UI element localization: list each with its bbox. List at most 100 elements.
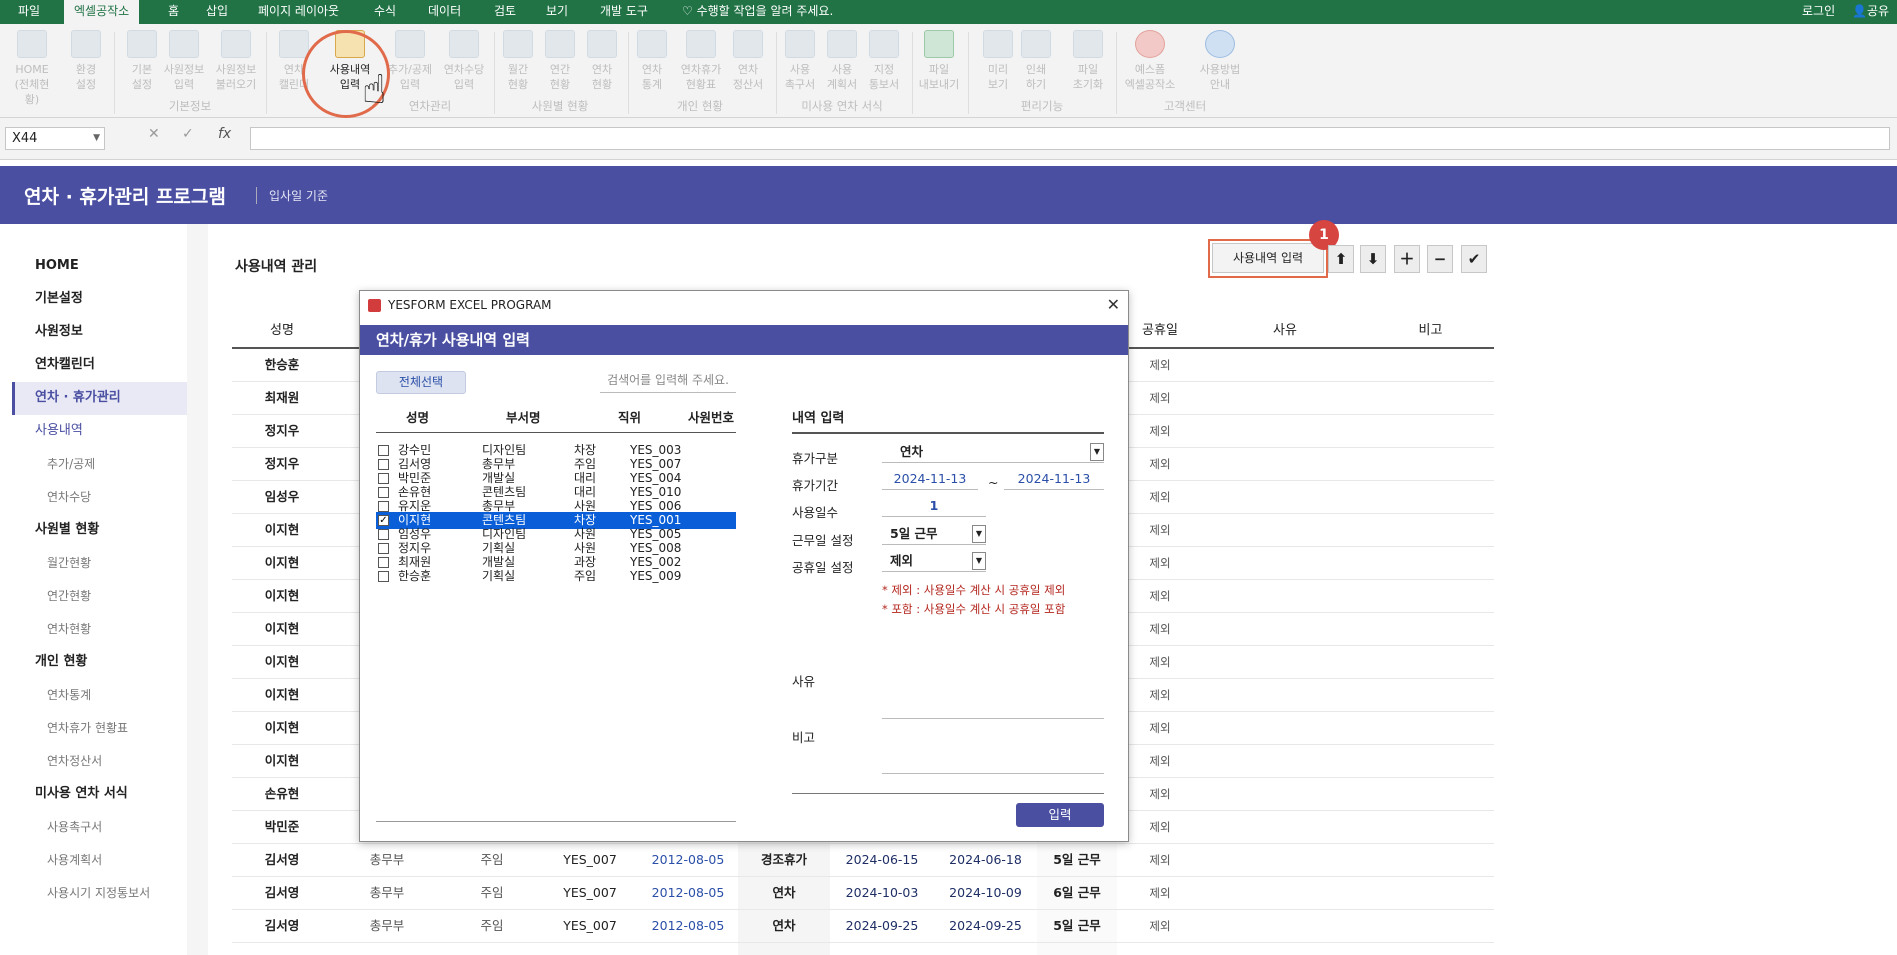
ribbon-yearly-button[interactable]: 연간 현황 [540, 30, 580, 106]
ribbon-print-button[interactable]: 인쇄 하기 [1012, 30, 1060, 106]
excel-menubar: 파일 엑셀공작소 홈 삽입 페이지 레이아웃 수식 데이터 검토 보기 개발 도… [0, 0, 1897, 24]
checkbox[interactable] [378, 543, 389, 554]
ribbon-leave-status-button[interactable]: 연차 현황 [582, 30, 622, 106]
tab-page-layout[interactable]: 페이지 레이아웃 [248, 0, 349, 24]
ribbon-settings-button[interactable]: 환경 설정 [62, 30, 110, 106]
employee-row[interactable]: 한승훈 기획실 주임 YES_009 [376, 568, 736, 585]
sidebar-item[interactable]: 연차휴가 현황표 [12, 712, 187, 745]
cancel-icon[interactable]: ✕ [148, 126, 160, 142]
sidebar-item[interactable]: HOME [12, 250, 187, 283]
ribbon-plan-button[interactable]: 사용 계획서 [822, 30, 862, 106]
people-icon [169, 30, 199, 58]
ribbon-notice-button[interactable]: 지정 통보서 [864, 30, 904, 106]
ribbon-export-button[interactable]: 파일 내보내기 [916, 30, 962, 106]
checkbox[interactable] [378, 571, 389, 582]
ribbon-allowance-button[interactable]: 연차수당 입력 [436, 30, 492, 106]
checkbox[interactable] [378, 473, 389, 484]
tab-home[interactable]: 홈 [158, 0, 189, 24]
sidebar-item[interactable]: 사원정보 [12, 316, 187, 349]
tab-formulas[interactable]: 수식 [364, 0, 406, 24]
close-icon[interactable]: ✕ [1107, 291, 1120, 319]
sidebar-item[interactable]: 사용계획서 [12, 844, 187, 877]
checkbox[interactable] [378, 487, 389, 498]
table-row[interactable]: 김서영 총무부 주임 YES_007 2012-08-05 연차 2024-10-03 202… [232, 877, 1494, 910]
ribbon-home-button[interactable]: HOME (전체현황) [8, 30, 56, 106]
tab-developer[interactable]: 개발 도구 [590, 0, 658, 24]
table-row[interactable]: 김서영 총무부 주임 YES_007 2012-08-05 경조휴가 2024-06-15 2… [232, 844, 1494, 877]
tab-data[interactable]: 데이터 [418, 0, 471, 24]
ribbon-monthly-button[interactable]: 월간 현황 [498, 30, 538, 106]
sidebar-item[interactable]: 연차수당 [12, 481, 187, 514]
tab-review[interactable]: 검토 [484, 0, 526, 24]
sidebar-item[interactable]: 미사용 연차 서식 [12, 778, 187, 811]
sidebar-item[interactable]: 기본설정 [12, 283, 187, 316]
checkbox-checked[interactable]: ✓ [378, 515, 389, 526]
sidebar-item[interactable]: 추가/공제 [12, 448, 187, 481]
chevron-down-icon: ▼ [93, 133, 100, 143]
checkbox[interactable] [378, 501, 389, 512]
sidebar-item[interactable]: 연차캘린더 [12, 349, 187, 382]
tell-me-search[interactable]: ♡ 수행할 작업을 알려 주세요. [672, 0, 843, 24]
ribbon-reset-button[interactable]: 파일 초기화 [1064, 30, 1112, 106]
sidebar-item[interactable]: 연차통계 [12, 679, 187, 712]
share-button[interactable]: 👤공유 [1842, 0, 1897, 24]
formula-input[interactable] [250, 127, 1890, 150]
name-box[interactable]: X44 ▼ [5, 127, 105, 150]
ribbon-employee-input-button[interactable]: 사원정보 입력 [160, 30, 208, 106]
sidebar-item[interactable]: 사용시기 지정통보서 [12, 877, 187, 910]
employee-search-input[interactable]: 검색어를 입력해 주세요. [600, 369, 736, 393]
arrow-up-icon[interactable]: ⬆ [1328, 245, 1354, 273]
sidebar-item[interactable]: 개인 현황 [12, 646, 187, 679]
ribbon-leave-table-button[interactable]: 연차휴가 현황표 [674, 30, 728, 106]
ribbon-employee-import-button[interactable]: 사원정보 불러오기 [212, 30, 260, 106]
ribbon-yesform-button[interactable]: 예스폼 엑셀공작소 [1120, 30, 1180, 106]
reason-input[interactable] [882, 718, 1104, 719]
cell-start: 2024-10-03 [845, 885, 919, 900]
sidebar-item[interactable]: 월간현황 [12, 547, 187, 580]
col-header-holiday: 공휴일 [1142, 323, 1178, 338]
sidebar-item[interactable]: 연간현황 [12, 580, 187, 613]
magnifier-icon [983, 30, 1013, 58]
sidebar-item[interactable]: 연차 · 휴가관리 [12, 382, 187, 415]
bar-chart-icon [637, 30, 667, 58]
holiday-label: 공휴일 설정 [792, 560, 854, 575]
check-icon[interactable]: ✔ [1461, 245, 1487, 273]
sidebar-item[interactable]: 사용촉구서 [12, 811, 187, 844]
sidebar-item[interactable]: 연차정산서 [12, 745, 187, 778]
sidebar-item[interactable]: 사용내역 [12, 415, 187, 448]
period-start-field[interactable]: 2024-11-13 [882, 469, 978, 490]
ribbon-help-button[interactable]: 사용방법 안내 [1190, 30, 1250, 106]
select-all-button[interactable]: 전체선택 [376, 371, 466, 394]
ribbon-add-deduct-button[interactable]: 추가/공제 입력 [382, 30, 438, 106]
tab-insert[interactable]: 삽입 [196, 0, 238, 24]
leave-type-select[interactable]: 연차 ▼ [882, 442, 1104, 463]
holiday-select[interactable]: 제외 ▼ [882, 551, 986, 572]
ribbon-settlement-button[interactable]: 연차 정산서 [728, 30, 768, 106]
tab-excel-workshop[interactable]: 엑셀공작소 [64, 0, 140, 24]
submit-button[interactable]: 입력 [1016, 803, 1104, 827]
remark-input[interactable] [882, 773, 1104, 774]
table-row[interactable]: 김서영 총무부 주임 YES_007 2012-08-05 연차 2024-09-25 202… [232, 910, 1494, 943]
ribbon-stats-button[interactable]: 연차 통계 [632, 30, 672, 106]
checkbox[interactable] [378, 459, 389, 470]
checkbox[interactable] [378, 557, 389, 568]
confirm-icon[interactable]: ✓ [182, 126, 194, 142]
checkbox[interactable] [378, 445, 389, 456]
doc-person-icon [785, 30, 815, 58]
period-end-field[interactable]: 2024-11-13 [1004, 469, 1104, 490]
ribbon-urge-button[interactable]: 사용 촉구서 [780, 30, 820, 106]
workday-select[interactable]: 5일 근무 ▼ [882, 524, 986, 545]
login-link[interactable]: 로그인 [1792, 0, 1845, 24]
insert-function-icon[interactable]: fx [218, 126, 231, 142]
tab-file[interactable]: 파일 [8, 0, 50, 24]
doc-person-icon [869, 30, 899, 58]
ribbon-basic-settings-button[interactable]: 기본 설정 [118, 30, 166, 106]
leave-type-label: 휴가구분 [792, 451, 839, 466]
plus-icon[interactable]: ＋ [1394, 245, 1420, 273]
checkbox[interactable] [378, 529, 389, 540]
sidebar-item[interactable]: 사원별 현황 [12, 514, 187, 547]
sidebar-item[interactable]: 연차현황 [12, 613, 187, 646]
arrow-down-icon[interactable]: ⬇ [1360, 245, 1386, 273]
tab-view[interactable]: 보기 [536, 0, 578, 24]
minus-icon[interactable]: − [1427, 245, 1453, 273]
